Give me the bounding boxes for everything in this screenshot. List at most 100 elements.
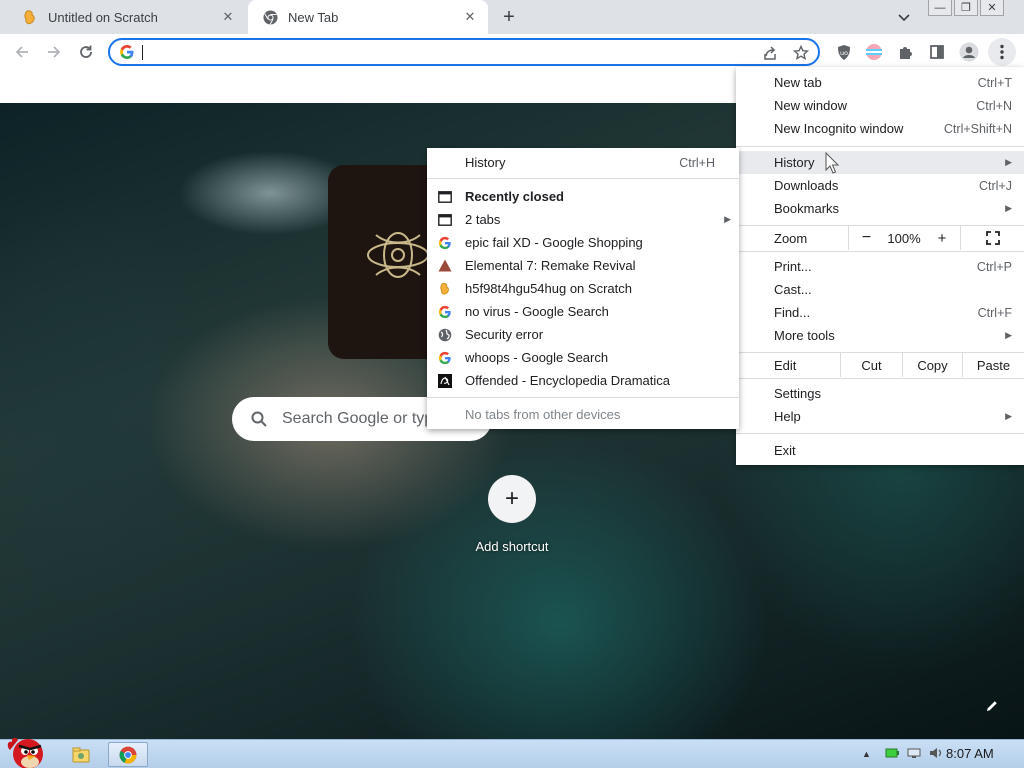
chevron-down-icon — [898, 14, 910, 22]
submenu-arrow-icon: ▶ — [1005, 411, 1012, 421]
plus-icon: + — [488, 475, 536, 523]
folder-icon — [72, 747, 90, 762]
scratch-cat-icon — [22, 9, 38, 25]
menu-new-tab[interactable]: New tab Ctrl+T — [736, 71, 1024, 94]
menu-cast[interactable]: Cast... — [736, 278, 1024, 301]
network-icon[interactable] — [907, 747, 921, 762]
menu-exit[interactable]: Exit — [736, 439, 1024, 462]
history-item-offended[interactable]: Offended - Encyclopedia Dramatica — [427, 369, 739, 392]
tab-window-icon — [437, 212, 452, 227]
menu-label: New Incognito window — [774, 121, 904, 136]
menu-print[interactable]: Print... Ctrl+P — [736, 255, 1024, 278]
cut-button[interactable]: Cut — [840, 353, 902, 377]
zoom-in-button[interactable]: + — [924, 226, 960, 250]
back-arrow-icon — [15, 46, 28, 58]
taskbar-clock[interactable]: 8:07 AM — [946, 746, 994, 761]
toolbar: uo — [0, 34, 1024, 70]
side-panel-icon[interactable] — [927, 42, 947, 62]
bookmark-star-icon[interactable] — [792, 44, 810, 62]
menu-settings[interactable]: Settings — [736, 382, 1024, 405]
close-window-button[interactable]: ✕ — [980, 0, 1004, 16]
ublock-origin-icon[interactable]: uo — [834, 42, 854, 62]
address-bar[interactable] — [108, 38, 820, 66]
google-g-icon — [437, 350, 452, 365]
history-item-security-error[interactable]: Security error — [427, 323, 739, 346]
taskbar-chrome-button[interactable] — [108, 742, 148, 767]
zoom-out-button[interactable]: − — [848, 226, 884, 250]
google-g-icon — [437, 304, 452, 319]
customize-pencil-icon[interactable] — [982, 696, 1002, 716]
reload-button[interactable] — [75, 41, 97, 63]
google-g-icon — [119, 44, 135, 63]
chrome-menu-button[interactable] — [988, 38, 1016, 66]
close-tab-icon[interactable]: ✕ — [462, 9, 478, 25]
restore-button[interactable]: ❐ — [954, 0, 978, 16]
taskbar-explorer-button[interactable] — [70, 742, 92, 767]
menu-separator — [736, 378, 1024, 379]
volume-icon[interactable] — [929, 747, 943, 762]
extensions-puzzle-icon[interactable] — [896, 42, 916, 62]
tab-search-button[interactable] — [894, 8, 914, 28]
menu-label: New tab — [774, 75, 822, 90]
chrome-main-menu: New tab Ctrl+T New window Ctrl+N New Inc… — [736, 67, 1024, 465]
menu-label: Settings — [774, 386, 821, 401]
share-icon[interactable] — [761, 44, 779, 62]
history-item-epic-fail[interactable]: epic fail XD - Google Shopping — [427, 231, 739, 254]
battery-icon[interactable] — [885, 747, 899, 762]
profile-avatar-icon[interactable] — [959, 42, 979, 62]
recently-closed-header: Recently closed — [427, 185, 739, 208]
add-shortcut-label: Add shortcut — [475, 539, 549, 554]
menu-label: History — [774, 155, 815, 170]
extension-flag-icon[interactable] — [864, 42, 884, 62]
menu-bookmarks[interactable]: Bookmarks ▶ — [736, 197, 1024, 220]
menu-find[interactable]: Find... Ctrl+F — [736, 301, 1024, 324]
submenu-arrow-icon: ▶ — [1005, 330, 1012, 340]
menu-edit-row: Edit Cut Copy Paste — [736, 353, 1024, 377]
menu-new-window[interactable]: New window Ctrl+N — [736, 94, 1024, 117]
search-placeholder: Search Google or typ — [282, 410, 434, 427]
menu-label: Bookmarks — [774, 201, 840, 216]
menu-label: Edit — [774, 357, 797, 373]
tab-untitled-on-scratch[interactable]: Untitled on Scratch ✕ — [8, 0, 246, 34]
history-item-no-virus[interactable]: no virus - Google Search — [427, 300, 739, 323]
menu-label: Help — [774, 409, 801, 424]
paste-button[interactable]: Paste — [962, 353, 1024, 377]
menu-separator — [427, 178, 739, 179]
google-g-icon — [437, 235, 452, 250]
add-shortcut-tile[interactable]: + Add shortcut — [460, 475, 564, 554]
menu-downloads[interactable]: Downloads Ctrl+J — [736, 174, 1024, 197]
chrome-icon — [262, 9, 278, 25]
new-tab-button[interactable]: + — [498, 6, 520, 28]
back-button[interactable] — [11, 41, 33, 63]
history-item-scratch[interactable]: h5f98t4hgu54hug on Scratch — [427, 277, 739, 300]
menu-separator — [427, 397, 739, 398]
tab-new-tab[interactable]: New Tab ✕ — [248, 0, 488, 34]
close-tab-icon[interactable]: ✕ — [220, 9, 236, 25]
fullscreen-button[interactable] — [960, 226, 1024, 250]
taskbar: ▲ 8:07 AM — [0, 737, 1024, 768]
menu-history[interactable]: History ▶ — [736, 151, 1024, 174]
menu-label: Find... — [774, 305, 811, 320]
copy-button[interactable]: Copy — [902, 353, 962, 377]
menu-label: whoops - Google Search — [465, 350, 609, 365]
tab-strip: Untitled on Scratch ✕ New Tab ✕ + — ❐ ✕ — [0, 0, 1024, 34]
menu-help[interactable]: Help ▶ — [736, 405, 1024, 428]
menu-label: Print... — [774, 259, 812, 274]
menu-label: No tabs from other devices — [465, 407, 621, 422]
history-item-whoops[interactable]: whoops - Google Search — [427, 346, 739, 369]
history-item-elemental[interactable]: Elemental 7: Remake Revival — [427, 254, 739, 277]
fullscreen-icon — [985, 231, 1000, 245]
menu-separator — [736, 433, 1024, 434]
menu-label: Cast... — [774, 282, 812, 297]
start-button[interactable] — [4, 732, 50, 768]
minimize-button[interactable]: — — [928, 0, 952, 16]
angry-bird-start-icon — [7, 737, 43, 768]
menu-new-incognito-window[interactable]: New Incognito window Ctrl+Shift+N — [736, 117, 1024, 140]
tray-expand-icon[interactable]: ▲ — [862, 749, 871, 759]
menu-label: Recently closed — [465, 189, 564, 204]
history-item-open-history[interactable]: History Ctrl+H — [427, 151, 739, 174]
forward-button[interactable] — [43, 41, 65, 63]
globe-icon — [437, 327, 452, 342]
history-item-2-tabs[interactable]: 2 tabs ▶ — [427, 208, 739, 231]
menu-more-tools[interactable]: More tools ▶ — [736, 324, 1024, 347]
